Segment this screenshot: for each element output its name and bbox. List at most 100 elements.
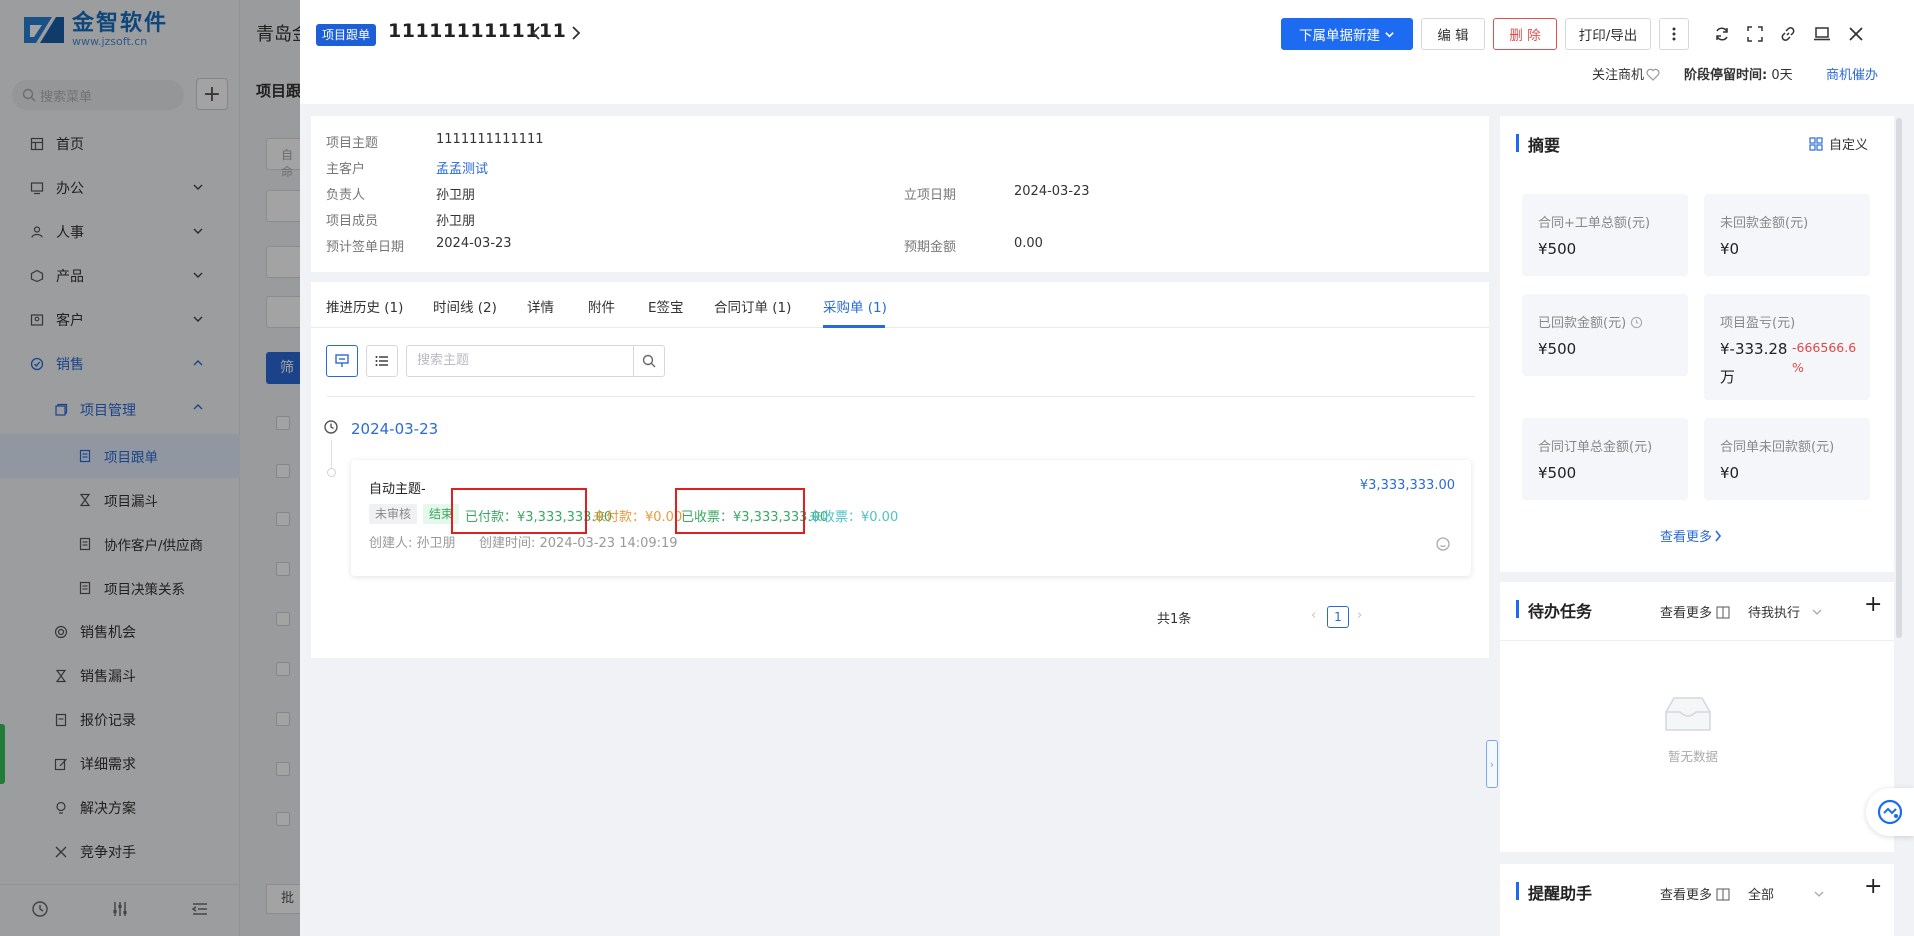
- todo-add-button[interactable]: +: [1864, 592, 1882, 617]
- close-icon[interactable]: [1844, 22, 1868, 46]
- subject-search-input[interactable]: 搜索主题: [406, 345, 634, 377]
- page-number-button[interactable]: 1: [1327, 606, 1349, 628]
- tab-details[interactable]: 详情: [527, 296, 554, 316]
- stat-label: 合同单未回款额(元): [1720, 440, 1835, 455]
- sign-date-value: 2024-03-23: [436, 236, 512, 251]
- next-record-icon[interactable]: [566, 22, 586, 44]
- tab-esign[interactable]: E签宝: [648, 296, 684, 316]
- purchase-order-card[interactable]: 自动主题- ¥3,333,333.00 未审核 结束 已付款：¥3,333,33…: [351, 460, 1471, 576]
- stat-label: 合同订单总金额(元): [1538, 440, 1653, 455]
- detail-drawer: 项目跟单 1111111111111 下属单据新建 编 辑 删 除 打印/导出 …: [300, 0, 1914, 936]
- highlight-box-paid: [451, 488, 587, 534]
- empty-text: 暂无数据: [1668, 749, 1719, 764]
- floating-assistant-button[interactable]: [1866, 788, 1914, 836]
- stat-card: 合同单未回款额(元) ¥0: [1704, 418, 1870, 500]
- todo-title: 待办任务: [1528, 602, 1593, 621]
- reminder-filter-select[interactable]: 全部: [1748, 884, 1824, 903]
- timeline-dot: [327, 468, 336, 477]
- tab-contract-orders[interactable]: 合同订单 (1): [714, 296, 791, 316]
- summary-title: 摘要: [1528, 136, 1561, 155]
- heart-icon: [1646, 68, 1660, 81]
- tab-bar: 推进历史 (1) 时间线 (2) 详情 附件 E签宝 合同订单 (1) 采购单 …: [311, 282, 1489, 328]
- chevron-down-icon: [1385, 31, 1394, 38]
- comment-icon[interactable]: [1435, 536, 1451, 556]
- search-icon: [642, 354, 656, 368]
- edit-label: 编 辑: [1437, 28, 1469, 44]
- todo-see-more-link[interactable]: 查看更多: [1660, 602, 1730, 621]
- divider: [1500, 640, 1894, 641]
- stat-value: ¥0: [1720, 240, 1740, 258]
- reminder-see-more-link[interactable]: 查看更多: [1660, 884, 1730, 903]
- section-marker: [1516, 600, 1519, 618]
- tab-purchase-orders[interactable]: 采购单 (1): [823, 296, 887, 316]
- todo-filter-select[interactable]: 待我执行: [1748, 602, 1822, 621]
- order-subject[interactable]: 自动主题-: [369, 478, 426, 497]
- chevron-down-icon: [1812, 609, 1822, 615]
- main-customer-link[interactable]: 孟孟测试: [436, 158, 488, 177]
- stat-label: 合同+工单总额(元): [1538, 216, 1651, 231]
- summary-card: 摘要 自定义 合同+工单总额(元) ¥500 未回款金额(元) ¥0 已回款金额…: [1500, 116, 1894, 572]
- opportunity-remind-link[interactable]: 商机催办: [1826, 64, 1878, 83]
- see-more-label: 查看更多: [1660, 606, 1713, 621]
- field-label: 预计签单日期: [326, 240, 405, 255]
- refresh-icon[interactable]: [1710, 22, 1734, 46]
- delete-button[interactable]: 删 除: [1493, 18, 1557, 50]
- stat-value: ¥0: [1720, 464, 1740, 482]
- reminder-card: 提醒助手 查看更多 全部 +: [1500, 864, 1894, 936]
- prev-page-icon[interactable]: ‹: [1311, 608, 1316, 623]
- stat-value: ¥500: [1538, 240, 1577, 258]
- edit-button[interactable]: 编 辑: [1421, 18, 1485, 50]
- field-label: 预期金额: [904, 240, 957, 255]
- tab-attachments[interactable]: 附件: [588, 296, 615, 316]
- stat-card: 项目盈亏(元) ¥-333.28 万 -666566.6 %: [1704, 294, 1870, 400]
- expected-amount-value: 0.00: [1014, 236, 1043, 251]
- info-clock-icon: [1631, 316, 1643, 329]
- order-created-time: 创建时间: 2024-03-23 14:09:19: [479, 536, 678, 551]
- clock-icon: [323, 419, 339, 439]
- stat-value: ¥500: [1538, 464, 1577, 482]
- follow-opportunity-link[interactable]: 关注商机: [1592, 64, 1660, 83]
- reminder-title: 提醒助手: [1528, 884, 1593, 903]
- more-vertical-icon: [1672, 27, 1676, 41]
- summary-see-more-link[interactable]: 查看更多: [1660, 526, 1722, 545]
- section-marker: [1516, 882, 1519, 900]
- stat-value: ¥-333.28: [1720, 340, 1788, 358]
- start-date-value: 2024-03-23: [1014, 184, 1090, 199]
- tab-timeline[interactable]: 时间线 (2): [433, 296, 497, 316]
- list-view-button[interactable]: [366, 345, 398, 377]
- highlight-box-invoiced: [675, 488, 805, 534]
- new-subdocument-button[interactable]: 下属单据新建: [1281, 18, 1413, 50]
- timeline-view-icon: [335, 354, 349, 367]
- reminder-add-button[interactable]: +: [1864, 874, 1882, 899]
- field-label: 项目主题: [326, 136, 379, 151]
- field-label: 项目成员: [326, 214, 379, 229]
- active-tab-indicator: [823, 325, 885, 328]
- owner-value: 孙卫朋: [436, 188, 476, 203]
- follow-label: 关注商机: [1592, 68, 1645, 83]
- scrollbar[interactable]: [1896, 118, 1902, 638]
- stage-stay-value: 0天: [1771, 68, 1793, 83]
- order-creator: 创建人: 孙卫朋: [369, 536, 456, 551]
- audit-status-badge: 未审核: [369, 504, 418, 524]
- customize-button[interactable]: 自定义: [1809, 134, 1868, 153]
- empty-inbox-icon: [1662, 694, 1714, 738]
- reminder-filter-value: 全部: [1748, 888, 1775, 903]
- timeline-date: 2024-03-23: [351, 420, 439, 438]
- prev-record-icon[interactable]: [526, 22, 546, 44]
- print-export-button[interactable]: 打印/导出: [1565, 18, 1651, 50]
- order-amount: ¥3,333,333.00: [1359, 478, 1455, 493]
- next-page-icon[interactable]: ›: [1357, 608, 1362, 623]
- fullscreen-icon[interactable]: [1743, 22, 1767, 46]
- see-more-label: 查看更多: [1660, 888, 1713, 903]
- subject-search-button[interactable]: [633, 345, 665, 377]
- profit-loss-percent: -666566.6: [1792, 340, 1857, 355]
- tab-progress-history[interactable]: 推进历史 (1): [326, 296, 403, 316]
- laptop-icon[interactable]: [1810, 22, 1834, 46]
- stat-card: 合同订单总金额(元) ¥500: [1522, 418, 1688, 500]
- panel-toggle-handle[interactable]: ›: [1486, 740, 1498, 788]
- link-icon[interactable]: [1776, 22, 1800, 46]
- list-view-icon: [375, 356, 388, 366]
- total-count: 共1条: [1157, 612, 1192, 627]
- more-options-button[interactable]: [1659, 18, 1689, 50]
- timeline-view-button[interactable]: [326, 345, 358, 377]
